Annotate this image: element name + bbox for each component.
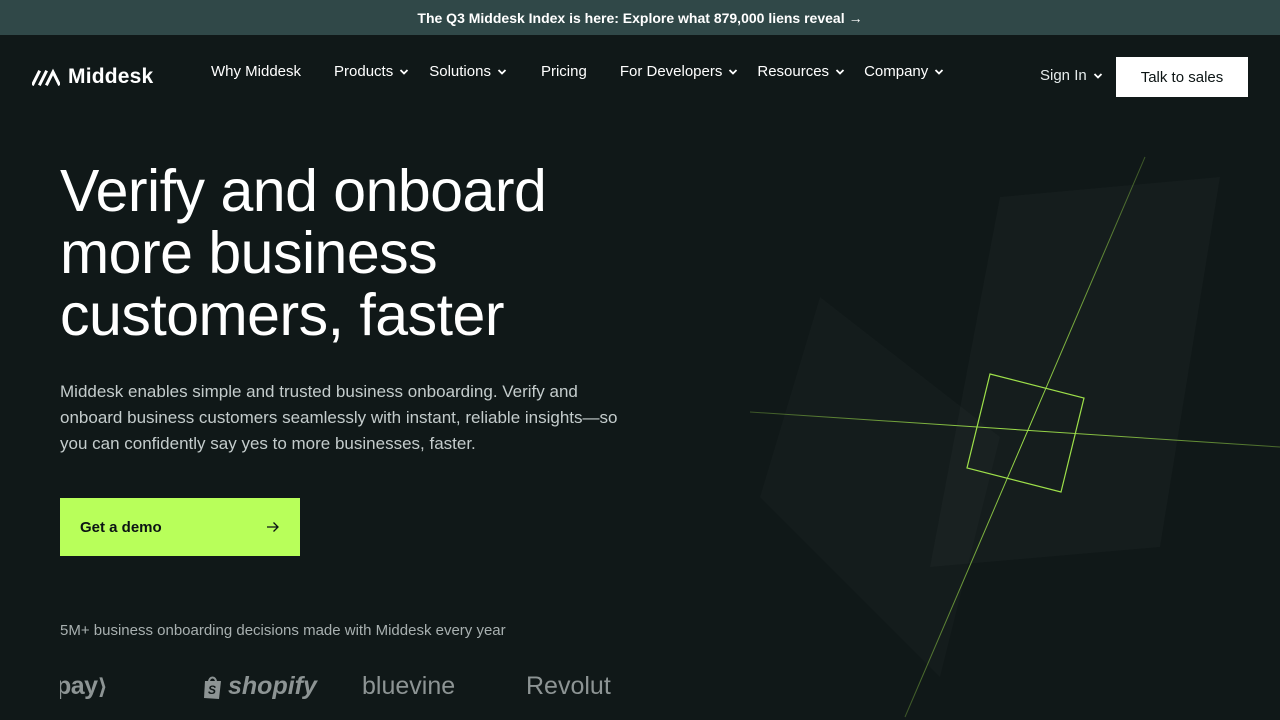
- sign-in-label: Sign In: [1040, 67, 1087, 84]
- onboarding-stat: 5M+ business onboarding decisions made w…: [60, 622, 506, 639]
- brand-logo[interactable]: Middesk: [32, 65, 153, 89]
- nav-item-label: Solutions: [429, 63, 491, 80]
- hero-title-line: Verify and onboard: [60, 158, 547, 224]
- middesk-logo-icon: [32, 68, 60, 86]
- chevron-down-icon: [1093, 72, 1102, 79]
- hero-title-line: customers, faster: [60, 282, 504, 348]
- chevron-down-icon: [935, 68, 944, 75]
- hero-subtitle: Middesk enables simple and trusted busin…: [60, 382, 618, 453]
- nav-item-label: Company: [864, 63, 929, 80]
- chevron-down-icon: [400, 68, 409, 75]
- hero-title-line: more business: [60, 220, 438, 286]
- nav-item-label: Products: [334, 63, 394, 80]
- nav-item-company[interactable]: Company: [864, 63, 944, 80]
- announcement-text: The Q3 Middesk Index is here: Explore wh…: [417, 9, 845, 26]
- announcement-arrow-icon: →: [848, 9, 863, 26]
- shadow-shape: [760, 297, 1000, 677]
- chevron-down-icon: [497, 68, 507, 75]
- svg-text:S: S: [208, 683, 216, 697]
- shopify-logo: S shopify: [202, 672, 317, 701]
- nav-item-pricing[interactable]: Pricing: [541, 63, 587, 80]
- talk-to-sales-button[interactable]: Talk to sales: [1116, 57, 1248, 97]
- demo-button-label: Get a demo: [80, 518, 162, 536]
- hero-title: Verify and onboard more business custome…: [60, 160, 680, 346]
- customer-logos: pay⟩ S shopify bluevine Revolut: [60, 668, 630, 708]
- bluevine-logo: bluevine: [362, 672, 456, 700]
- chevron-down-icon: [835, 68, 845, 75]
- arrow-right-icon: [267, 522, 279, 532]
- nav-item-label: Pricing: [540, 63, 587, 80]
- hero-graphic: [749, 156, 1280, 718]
- brand-name: Middesk: [68, 65, 154, 88]
- nav-item-resources[interactable]: Resources: [757, 63, 845, 80]
- afterpay-logo: pay⟩: [60, 672, 108, 700]
- nav-item-products[interactable]: Products: [334, 63, 409, 80]
- nav-item-label: Resources: [757, 63, 830, 80]
- announcement-link[interactable]: The Q3 Middesk Index is here: Explore wh…: [417, 10, 862, 26]
- nav-item-label: For Developers: [619, 63, 723, 80]
- nav-item-for-developers[interactable]: For Developers: [620, 63, 739, 80]
- chevron-down-icon: [729, 68, 738, 75]
- main-menu: Why Middesk Products Solutions Pricing F…: [211, 63, 944, 80]
- nav-item-why-middesk[interactable]: Why Middesk: [211, 63, 301, 80]
- nav-item-solutions[interactable]: Solutions: [429, 63, 507, 80]
- get-a-demo-button[interactable]: Get a demo: [60, 498, 300, 556]
- sign-in-menu[interactable]: Sign In: [1040, 67, 1103, 84]
- nav-item-label: Why Middesk: [211, 63, 302, 80]
- revolut-logo: Revolut: [526, 672, 611, 700]
- shopify-bag-icon: S: [204, 676, 221, 699]
- top-navigation: Middesk Why Middesk Products Solutions P…: [0, 35, 1280, 117]
- announcement-bar: The Q3 Middesk Index is here: Explore wh…: [0, 0, 1280, 35]
